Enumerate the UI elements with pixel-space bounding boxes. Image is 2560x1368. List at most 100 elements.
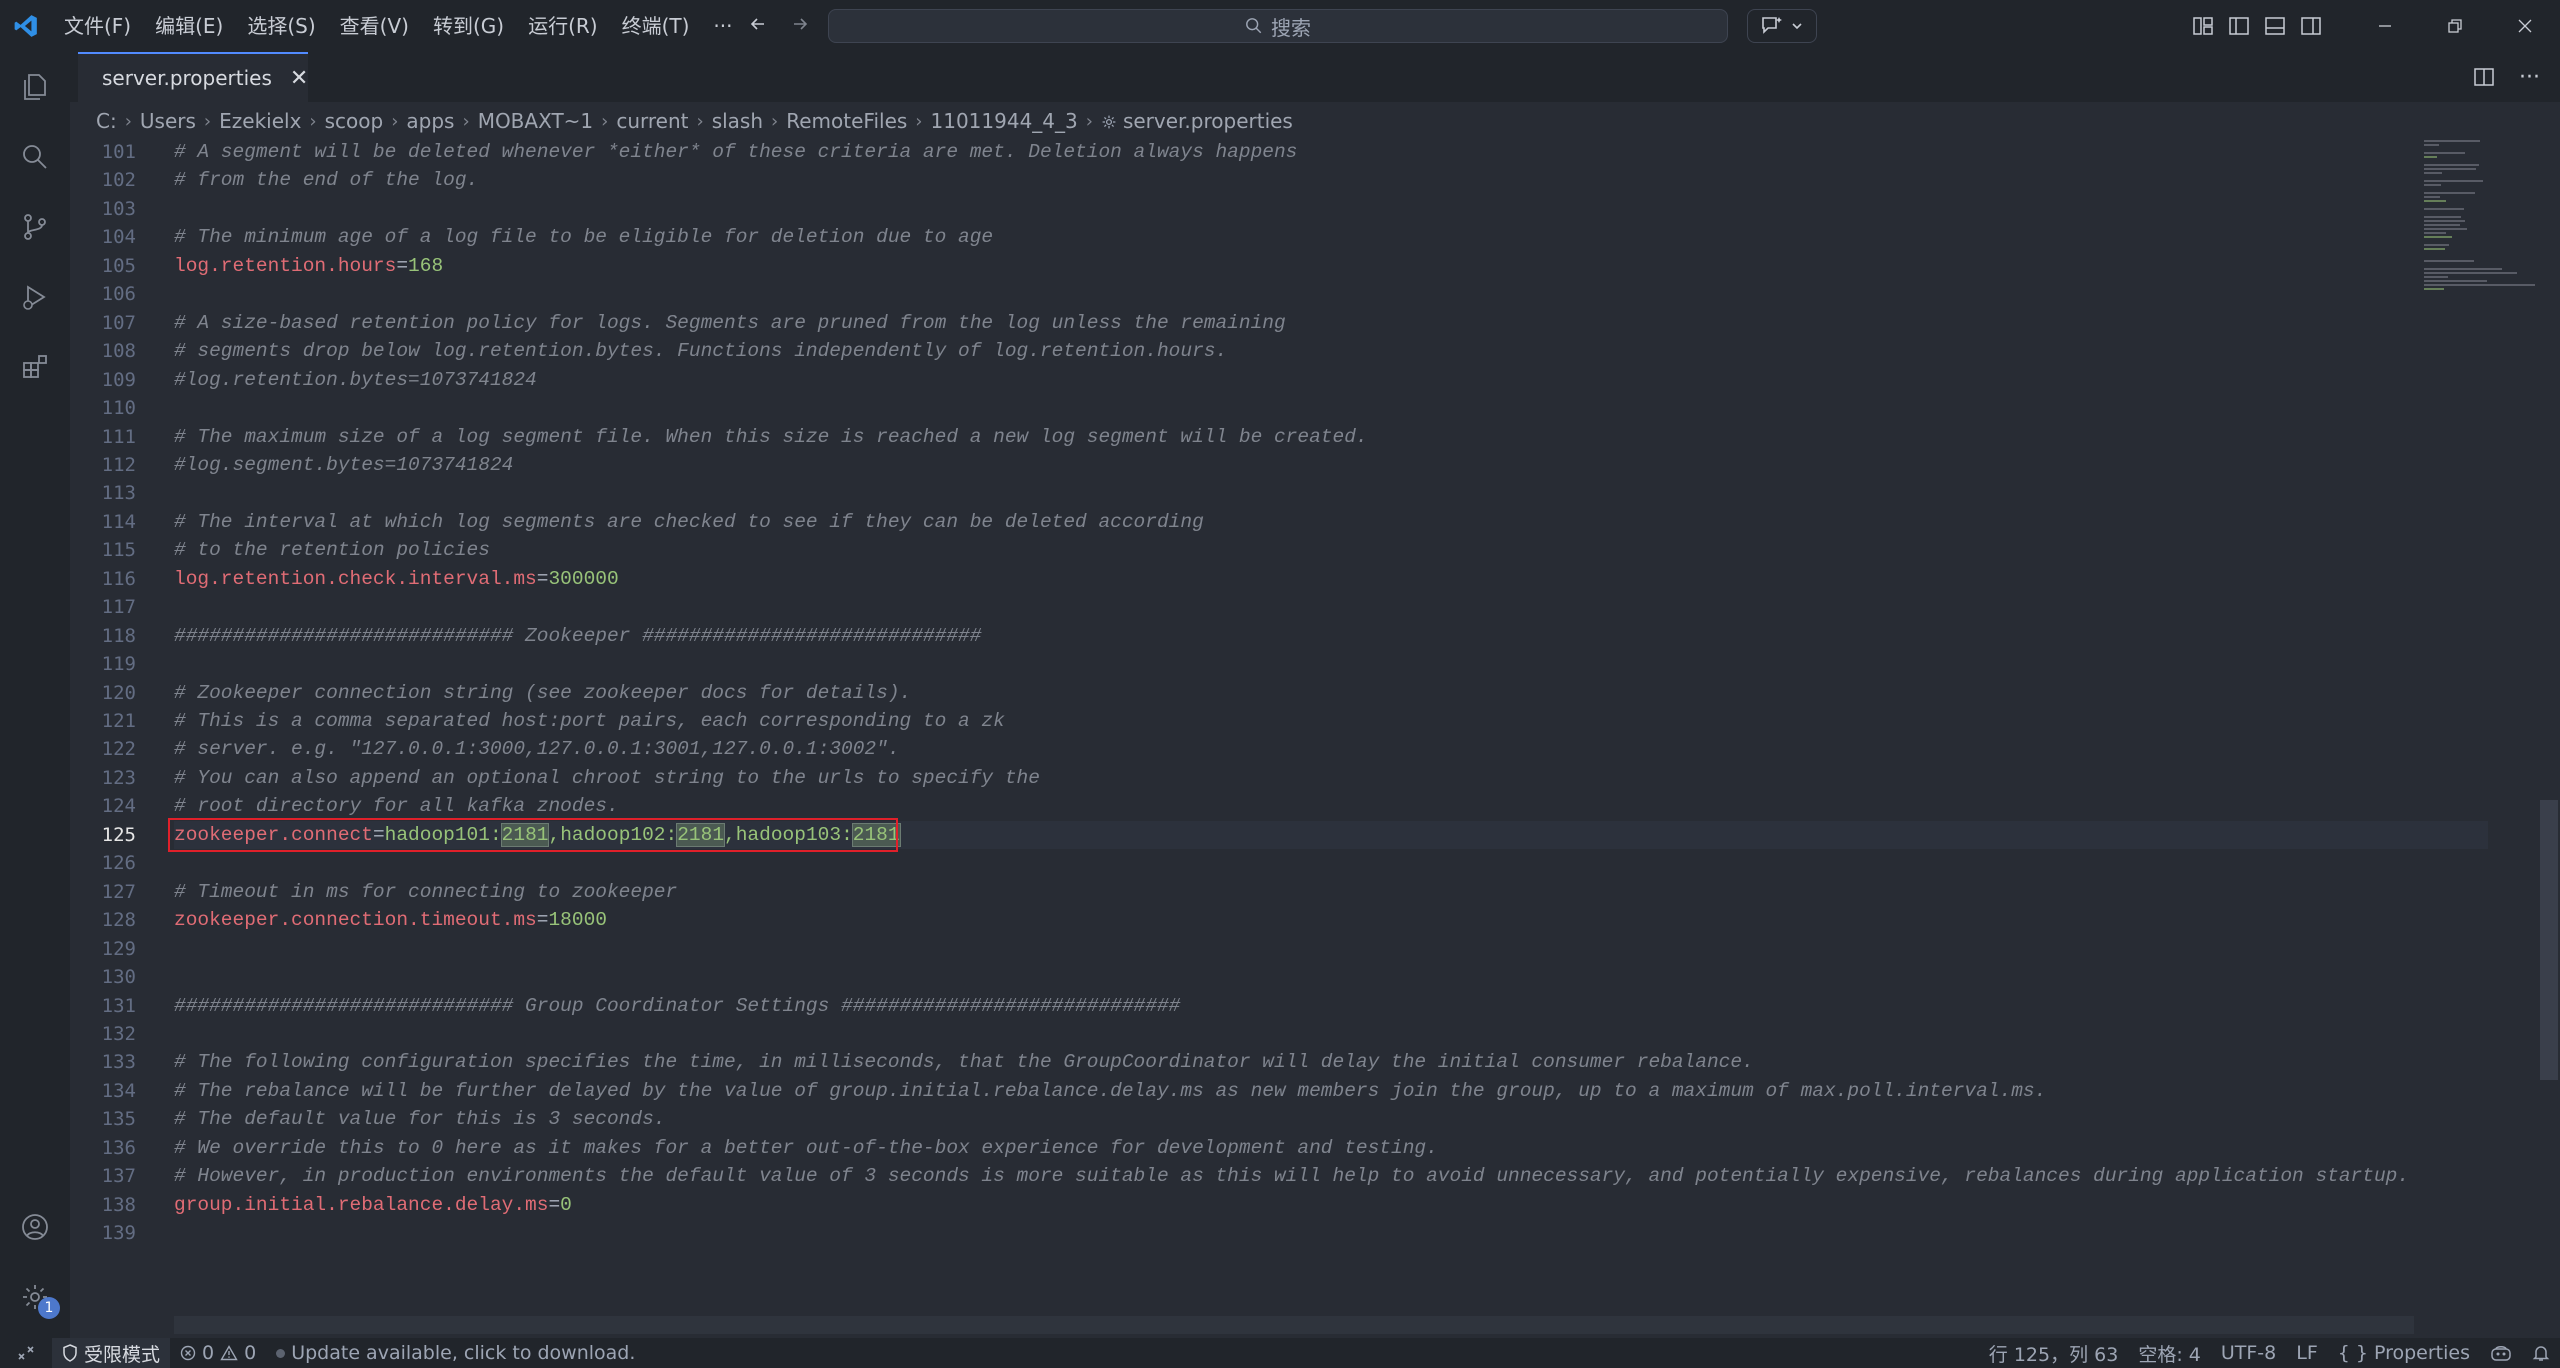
code-line: 108 # segments drop below log.retention.b…	[70, 337, 2412, 365]
menu-bar: 文件(F) 编辑(E) 选择(S) 查看(V) 转到(G) 运行(R) 终端(T)	[52, 0, 701, 52]
chevron-right-icon: ›	[462, 110, 470, 132]
remote-icon	[18, 1346, 34, 1360]
minimize-button[interactable]	[2350, 0, 2420, 52]
vertical-scrollbar[interactable]	[2540, 800, 2558, 1080]
code-line: 104 # The minimum age of a log file to be…	[70, 223, 2412, 251]
code-line: 127 # Timeout in ms for connecting to zoo…	[70, 878, 2412, 906]
customize-layout-icon[interactable]	[2192, 15, 2214, 37]
chevron-right-icon: ›	[203, 110, 212, 132]
source-control-icon[interactable]	[0, 192, 70, 262]
line-content: # The interval at which log segments are…	[174, 508, 1204, 536]
toggle-primary-sidebar-icon[interactable]	[2228, 15, 2250, 37]
notifications-status[interactable]	[2522, 1344, 2560, 1362]
property-key: log.retention.hours	[174, 254, 397, 277]
breadcrumb-item[interactable]: Users	[140, 109, 196, 133]
toggle-secondary-sidebar-icon[interactable]	[2300, 15, 2322, 37]
code-editor[interactable]: 101 # A segment will be deleted whenever …	[70, 138, 2488, 1318]
line-number: 105	[101, 254, 136, 277]
split-editor-icon[interactable]	[2473, 66, 2495, 88]
explorer-icon[interactable]	[0, 52, 70, 122]
extensions-icon[interactable]	[0, 332, 70, 402]
remote-indicator[interactable]	[0, 1338, 52, 1368]
cursor-position[interactable]: 行 125，列 63	[1979, 1340, 2129, 1367]
line-number: 137	[101, 1165, 136, 1188]
copilot-button[interactable]	[1747, 9, 1817, 43]
more-menu-button[interactable]: ···	[701, 14, 744, 38]
tab-server-properties[interactable]: server.properties ✕	[78, 52, 308, 102]
language-mode[interactable]: { } Properties	[2328, 1342, 2480, 1364]
line-number: 103	[101, 197, 136, 220]
line-number: 108	[101, 340, 136, 363]
close-window-button[interactable]	[2490, 0, 2560, 52]
breadcrumb-item[interactable]: slash	[712, 109, 763, 133]
end-of-line[interactable]: LF	[2286, 1342, 2328, 1364]
more-actions-icon[interactable]: ···	[2519, 65, 2540, 90]
code-line: 129	[70, 935, 2412, 963]
code-line: 107 # A size-based retention policy for l…	[70, 309, 2412, 337]
code-line: 139	[70, 1219, 2412, 1247]
line-number: 109	[101, 368, 136, 391]
encoding[interactable]: UTF-8	[2211, 1342, 2286, 1364]
line-content: # server. e.g. "127.0.0.1:3000,127.0.0.1…	[174, 735, 900, 763]
manage-gear-icon[interactable]	[0, 1262, 70, 1332]
code-line: 116 log.retention.check.interval.ms=30000…	[70, 565, 2412, 593]
menu-item[interactable]: 转到(G)	[421, 0, 516, 52]
command-center-search[interactable]: 搜索	[828, 9, 1728, 43]
menu-item[interactable]: 选择(S)	[235, 0, 327, 52]
menu-item[interactable]: 编辑(E)	[143, 0, 235, 52]
problems-indicator[interactable]: 0 0	[170, 1342, 266, 1364]
breadcrumb-item[interactable]: server.properties	[1123, 109, 1293, 133]
forward-arrow-icon[interactable]	[782, 12, 818, 40]
toggle-panel-icon[interactable]	[2264, 15, 2286, 37]
chevron-right-icon: ›	[915, 110, 923, 132]
indentation[interactable]: 空格: 4	[2128, 1340, 2211, 1367]
line-content: # The minimum age of a log file to be el…	[174, 223, 993, 251]
menu-item[interactable]: 查看(V)	[328, 0, 421, 52]
breadcrumb-item[interactable]: 11011944_4_3	[931, 109, 1078, 133]
close-tab-icon[interactable]: ✕	[290, 66, 308, 91]
menu-item[interactable]: 终端(T)	[610, 0, 702, 52]
code-line: 121 # This is a comma separated host:port…	[70, 707, 2412, 735]
comment-text: # to the retention policies	[174, 539, 490, 562]
line-number: 136	[101, 1136, 136, 1159]
line-content: # root directory for all kafka znodes.	[174, 792, 619, 820]
settings-file-icon	[1101, 109, 1123, 133]
chevron-right-icon: ›	[309, 110, 317, 132]
line-content: # segments drop below log.retention.byte…	[174, 337, 1227, 365]
code-line: 136 # We override this to 0 here as it ma…	[70, 1134, 2412, 1162]
breadcrumb-item[interactable]: current	[616, 109, 688, 133]
line-content: # We override this to 0 here as it makes…	[174, 1134, 1438, 1162]
line-number: 135	[101, 1108, 136, 1131]
property-value: 168	[408, 254, 444, 277]
line-number: 118	[101, 624, 136, 647]
run-debug-icon[interactable]	[0, 262, 70, 332]
line-content: # The maximum size of a log segment file…	[174, 423, 1368, 451]
line-content: # Zookeeper connection string (see zooke…	[174, 679, 911, 707]
breadcrumb-item[interactable]: C:	[96, 109, 117, 133]
search-view-icon[interactable]	[0, 122, 70, 192]
horizontal-scrollbar[interactable]	[174, 1316, 2414, 1334]
code-line: 110	[70, 394, 2412, 422]
accounts-icon[interactable]	[0, 1192, 70, 1262]
line-content: group.initial.rebalance.delay.ms=0	[174, 1191, 572, 1219]
menu-item[interactable]: 运行(R)	[516, 0, 610, 52]
breadcrumb-item[interactable]: scoop	[325, 109, 384, 133]
line-number: 139	[101, 1222, 136, 1245]
line-content: # This is a comma separated host:port pa…	[174, 707, 1005, 735]
breadcrumb-item[interactable]: Ezekielx	[219, 109, 301, 133]
minimap[interactable]	[2424, 138, 2544, 418]
breadcrumb-item[interactable]: MOBAXT~1	[478, 109, 593, 133]
update-notification[interactable]: Update available, click to download.	[266, 1342, 645, 1364]
equals-sign: =	[396, 254, 409, 277]
menu-item[interactable]: 文件(F)	[52, 0, 143, 52]
restore-button[interactable]	[2420, 0, 2490, 52]
copilot-status[interactable]	[2480, 1344, 2522, 1362]
breadcrumb-item[interactable]: RemoteFiles	[786, 109, 907, 133]
back-arrow-icon[interactable]	[740, 12, 776, 40]
line-number: 119	[101, 653, 136, 676]
line-content: # The rebalance will be further delayed …	[174, 1077, 2046, 1105]
restore-icon	[2448, 19, 2462, 33]
breadcrumb-item[interactable]: apps	[406, 109, 454, 133]
line-number: 133	[101, 1051, 136, 1074]
restricted-mode-indicator[interactable]: 受限模式	[52, 1338, 171, 1368]
